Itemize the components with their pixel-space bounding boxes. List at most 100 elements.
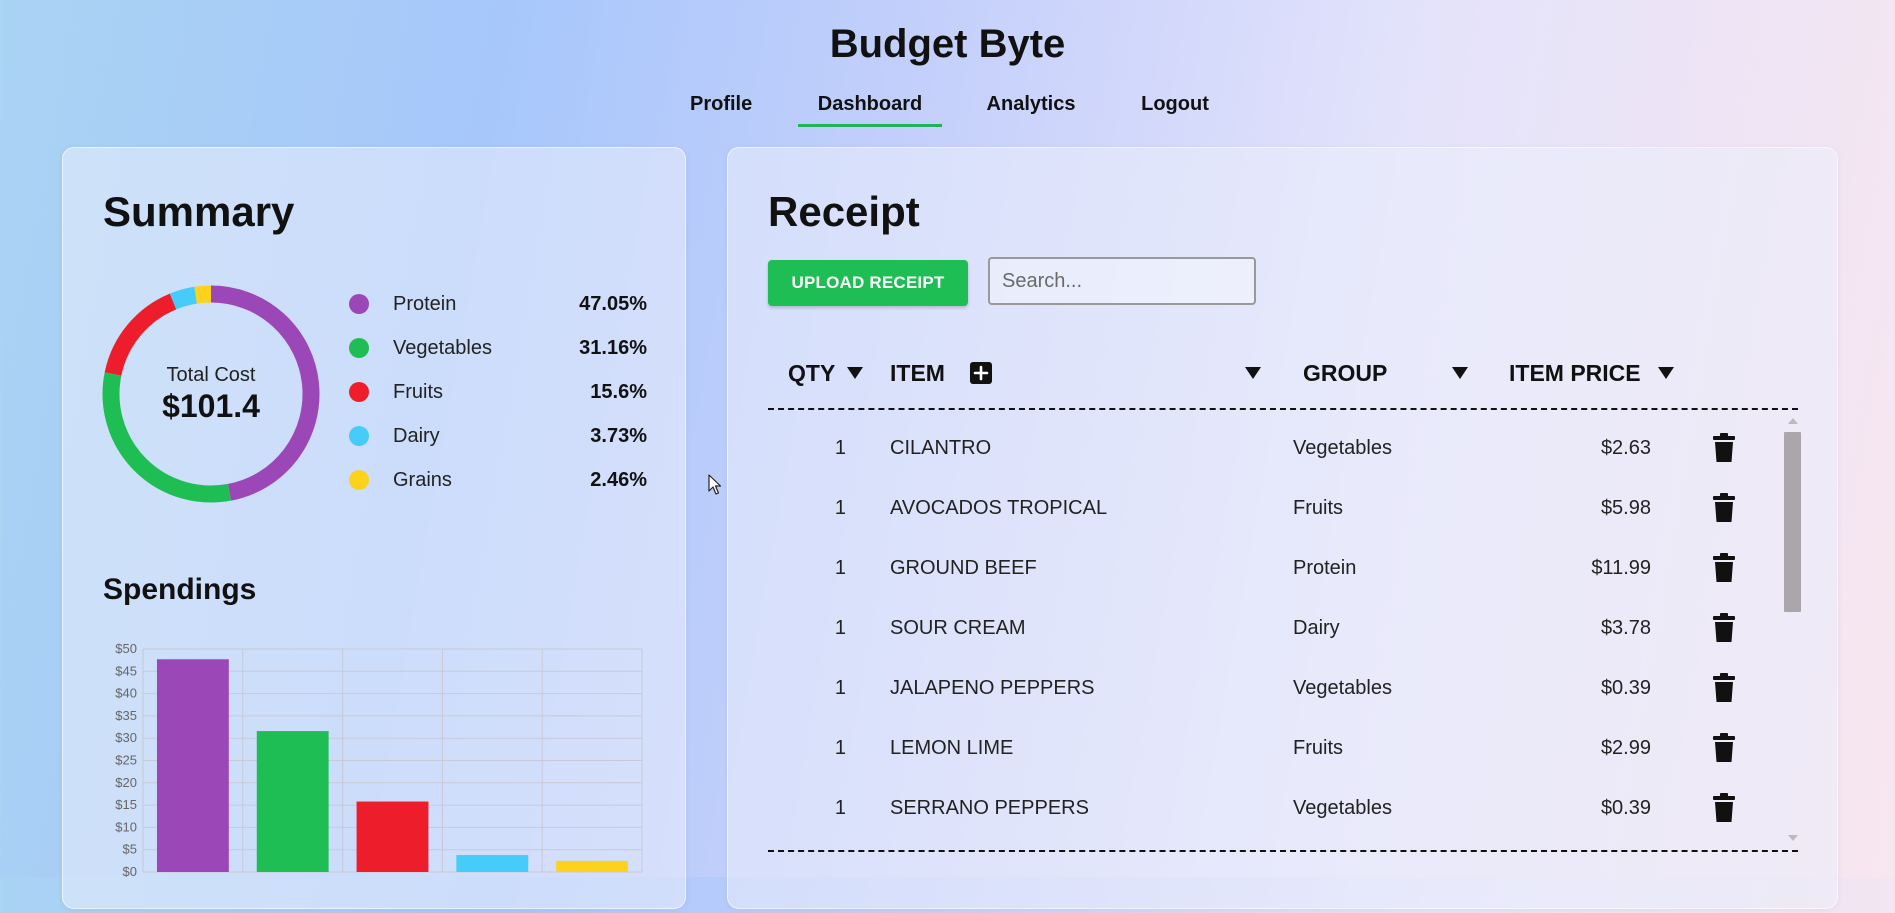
y-tick-label: $50 bbox=[115, 641, 137, 656]
y-tick-label: $25 bbox=[115, 753, 137, 768]
row-price: $2.99 bbox=[1600, 737, 1651, 759]
y-tick-label: $40 bbox=[115, 686, 137, 701]
scroll-down-arrow[interactable] bbox=[1788, 835, 1798, 841]
nav-logout[interactable]: Logout bbox=[1140, 92, 1210, 124]
total-cost-value: $101.4 bbox=[162, 388, 260, 424]
row-group: Vegetables bbox=[1293, 797, 1392, 819]
row-item: LEMON LIME bbox=[890, 737, 1014, 759]
cost-donut-chart: Total Cost $101.4 bbox=[101, 284, 321, 504]
header-divider bbox=[768, 408, 1798, 410]
legend-percent: 15.6% bbox=[590, 381, 647, 403]
qty-sort-icon[interactable] bbox=[847, 367, 863, 379]
receipt-card: Receipt UPLOAD RECEIPT QTY ITEM GROUP IT… bbox=[727, 147, 1838, 909]
y-tick-label: $20 bbox=[115, 775, 137, 790]
legend-percent: 2.46% bbox=[590, 469, 647, 491]
nav-analytics[interactable]: Analytics bbox=[984, 92, 1078, 124]
group-sort-icon[interactable] bbox=[1452, 367, 1468, 379]
table-row: 1 LEMON LIME Fruits $2.99 bbox=[768, 719, 1768, 779]
row-group: Vegetables bbox=[1293, 677, 1392, 699]
nav-dashboard[interactable]: Dashboard bbox=[798, 92, 942, 127]
trash-icon[interactable] bbox=[1712, 493, 1736, 523]
legend-item-fruits: Fruits 15.6% bbox=[347, 377, 647, 421]
column-header-price[interactable]: ITEM PRICE bbox=[1509, 358, 1641, 388]
legend-item-dairy: Dairy 3.73% bbox=[347, 421, 647, 465]
nav-profile[interactable]: Profile bbox=[690, 92, 752, 124]
y-tick-label: $30 bbox=[115, 730, 137, 745]
column-header-group[interactable]: GROUP bbox=[1303, 358, 1387, 388]
trash-icon[interactable] bbox=[1712, 553, 1736, 583]
legend-dot bbox=[349, 426, 369, 446]
bar-grains bbox=[556, 860, 629, 872]
scrollbar-thumb[interactable] bbox=[1784, 432, 1801, 612]
table-row: 1 JALAPENO PEPPERS Vegetables $0.39 bbox=[768, 659, 1768, 719]
row-price: $0.39 bbox=[1600, 677, 1651, 699]
y-tick-label: $45 bbox=[115, 663, 137, 678]
legend-percent: 3.73% bbox=[590, 425, 647, 447]
row-group: Fruits bbox=[1293, 737, 1343, 759]
row-item: SOUR CREAM bbox=[890, 617, 1026, 639]
scroll-up-arrow[interactable] bbox=[1788, 418, 1798, 424]
row-group: Dairy bbox=[1293, 617, 1340, 639]
row-qty: 1 bbox=[834, 617, 846, 639]
row-group: Fruits bbox=[1293, 497, 1343, 519]
trash-icon[interactable] bbox=[1712, 793, 1736, 823]
legend-label: Vegetables bbox=[393, 337, 492, 359]
row-price: $5.98 bbox=[1600, 497, 1651, 519]
app-title: Budget Byte bbox=[829, 22, 1066, 66]
legend-label: Grains bbox=[393, 469, 452, 491]
legend-dot bbox=[349, 470, 369, 490]
table-row: 1 GROUND BEEF Protein $11.99 bbox=[768, 539, 1768, 599]
table-row: 1 SERRANO PEPPERS Vegetables $0.39 bbox=[768, 779, 1768, 839]
row-price: $2.63 bbox=[1600, 437, 1651, 459]
summary-title: Summary bbox=[103, 188, 295, 235]
table-row: 1 CILANTRO Vegetables $2.63 bbox=[768, 419, 1768, 479]
legend-item-vegetables: Vegetables 31.16% bbox=[347, 333, 647, 377]
spendings-bar-chart: $0 $5 $10 $15 $20 $25 $30 $35 $40 $45 $50 bbox=[99, 638, 659, 913]
main-nav: Profile Dashboard Analytics Logout bbox=[0, 92, 1895, 128]
row-price: $0.39 bbox=[1600, 797, 1651, 819]
footer-divider bbox=[768, 850, 1798, 852]
row-group: Vegetables bbox=[1293, 437, 1392, 459]
legend-percent: 47.05% bbox=[579, 293, 647, 315]
trash-icon[interactable] bbox=[1712, 613, 1736, 643]
row-qty: 1 bbox=[834, 557, 846, 579]
row-price: $11.99 bbox=[1591, 557, 1651, 579]
y-tick-label: $5 bbox=[123, 842, 137, 857]
row-item: CILANTRO bbox=[890, 437, 992, 459]
category-legend: Protein 47.05% Vegetables 31.16% Fruits … bbox=[347, 289, 647, 509]
legend-dot bbox=[349, 382, 369, 402]
bar-fruits bbox=[356, 801, 429, 872]
item-sort-icon[interactable] bbox=[1245, 367, 1261, 379]
summary-card: Summary Total Cost $101.4 Protein 47.05%… bbox=[62, 147, 686, 909]
y-tick-label: $35 bbox=[115, 708, 137, 723]
row-qty: 1 bbox=[834, 437, 846, 459]
legend-percent: 31.16% bbox=[579, 337, 647, 359]
legend-label: Dairy bbox=[393, 425, 440, 447]
receipt-title: Receipt bbox=[768, 188, 920, 235]
bar-chart-svg: $0$5$10$15$20$25$30$35$40$45$50 bbox=[115, 641, 643, 879]
column-header-item[interactable]: ITEM bbox=[890, 358, 945, 388]
row-qty: 1 bbox=[834, 497, 846, 519]
row-group: Protein bbox=[1293, 557, 1357, 579]
trash-icon[interactable] bbox=[1712, 733, 1736, 763]
upload-receipt-button[interactable]: UPLOAD RECEIPT bbox=[768, 260, 968, 306]
table-row: 1 AVOCADOS TROPICAL Fruits $5.98 bbox=[768, 479, 1768, 539]
trash-icon[interactable] bbox=[1712, 673, 1736, 703]
mouse-cursor-icon bbox=[708, 474, 722, 495]
row-qty: 1 bbox=[834, 797, 846, 819]
bar-vegetables bbox=[256, 731, 329, 872]
donut-center: Total Cost $101.4 bbox=[101, 284, 321, 504]
row-item: SERRANO PEPPERS bbox=[890, 797, 1089, 819]
row-price: $3.78 bbox=[1600, 617, 1651, 639]
bar-dairy bbox=[456, 855, 529, 872]
y-tick-label: $15 bbox=[115, 797, 137, 812]
total-cost-label: Total Cost bbox=[166, 364, 256, 386]
price-sort-icon[interactable] bbox=[1658, 367, 1674, 379]
trash-icon[interactable] bbox=[1712, 433, 1736, 463]
add-item-icon[interactable] bbox=[970, 362, 992, 384]
bar-protein bbox=[156, 659, 229, 872]
row-qty: 1 bbox=[834, 677, 846, 699]
search-input[interactable] bbox=[988, 257, 1256, 305]
row-item: GROUND BEEF bbox=[890, 557, 1037, 579]
column-header-qty[interactable]: QTY bbox=[788, 358, 835, 388]
